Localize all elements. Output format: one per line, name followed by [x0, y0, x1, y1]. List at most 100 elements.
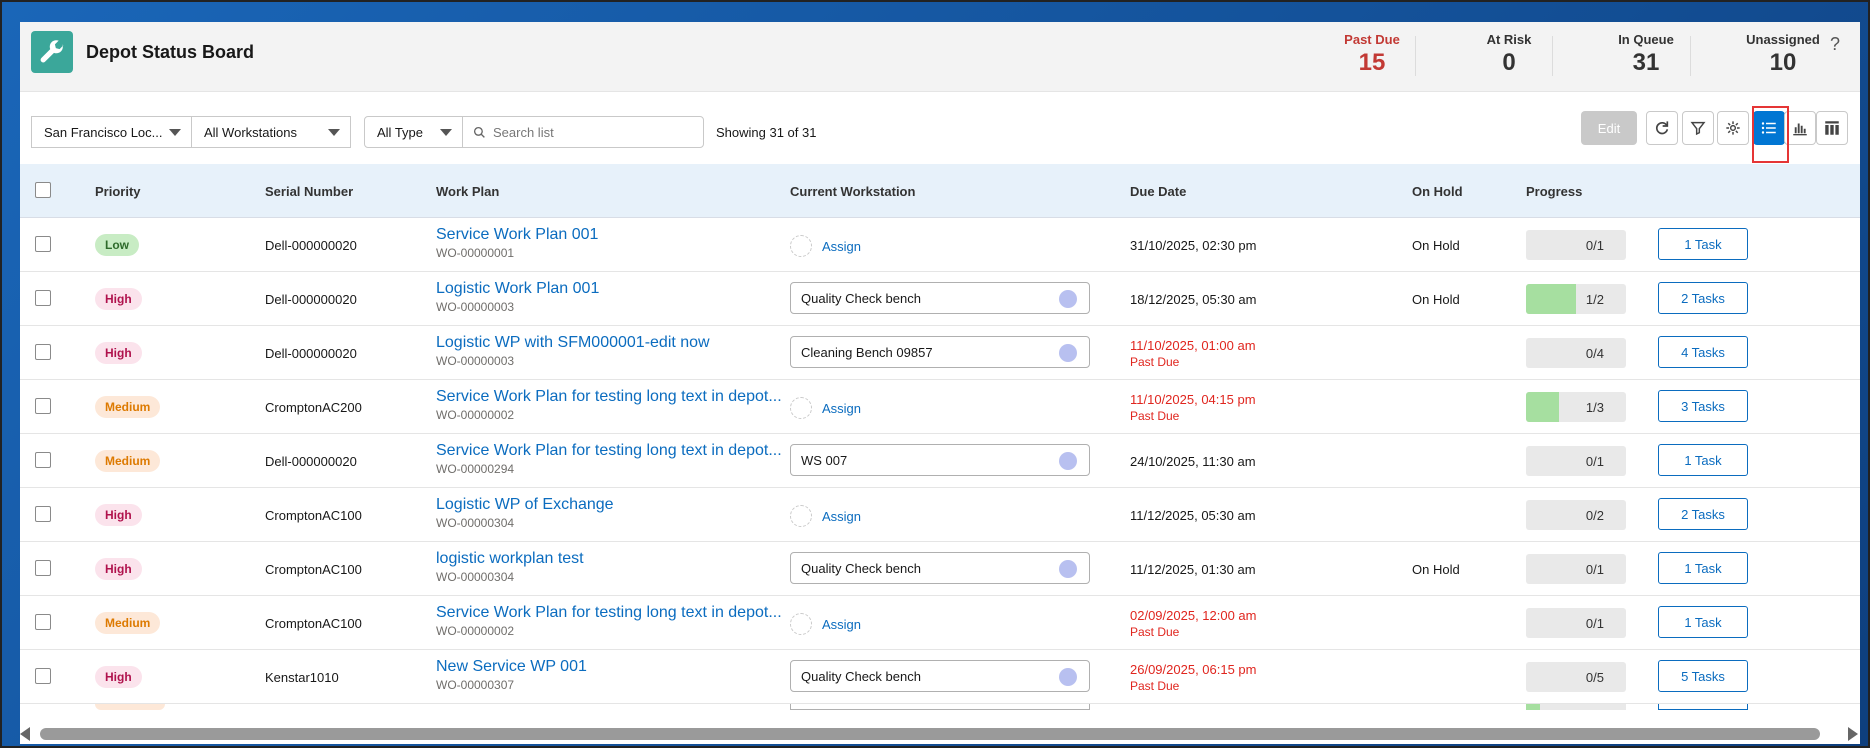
type-select[interactable]: All Type [364, 116, 463, 148]
workstation-name: Quality Check bench [801, 668, 921, 684]
priority-badge: Low [95, 234, 139, 256]
row-checkbox[interactable] [35, 452, 51, 468]
tasks-button[interactable]: 1 Task [1658, 444, 1748, 476]
row-checkbox[interactable] [35, 236, 51, 252]
col-work-plan[interactable]: Work Plan [436, 184, 499, 199]
row-checkbox[interactable] [35, 398, 51, 414]
progress-bar: 1/2 [1526, 284, 1626, 314]
priority-badge: High [95, 504, 142, 526]
work-plan-link[interactable]: Logistic WP with SFM000001-edit now [436, 334, 796, 352]
past-due-label: Past Due [1130, 625, 1180, 639]
workstation-icon[interactable] [1059, 668, 1077, 686]
metric-past-due[interactable]: Past Due 15 [1307, 32, 1437, 77]
metric-in-queue[interactable]: In Queue 31 [1581, 32, 1711, 77]
board-view-button[interactable] [1816, 111, 1848, 145]
help-icon[interactable]: ? [1830, 34, 1840, 55]
search-input[interactable]: Search list [462, 116, 704, 148]
assign-link[interactable]: Assign [790, 397, 861, 419]
work-plan-link[interactable]: Logistic Work Plan 001 [436, 280, 796, 298]
work-order-number: WO-00000304 [436, 570, 515, 584]
table-row: High CromptonAC100 Logistic WP of Exchan… [20, 488, 1860, 542]
metric-value: 31 [1632, 49, 1660, 76]
col-current-workstation[interactable]: Current Workstation [790, 184, 915, 199]
work-plan: Service Work Plan for testing long text … [436, 388, 796, 422]
metric-unassigned[interactable]: Unassigned 10 [1718, 32, 1848, 77]
serial-number: Kenstar1010 [265, 670, 339, 685]
progress-label: 0/2 [1585, 508, 1604, 523]
workstation-icon[interactable] [1059, 290, 1077, 308]
workstation-field[interactable]: WS 007 [790, 444, 1090, 476]
tasks-button[interactable]: 1 Task [1658, 552, 1748, 584]
work-plan-link[interactable]: Service Work Plan 001 [436, 226, 796, 244]
col-due-date[interactable]: Due Date [1130, 184, 1186, 199]
row-checkbox[interactable] [35, 668, 51, 684]
due-date-value: 02/09/2025, 12:00 am [1130, 608, 1257, 623]
tasks-button[interactable]: 1 Task [1658, 606, 1748, 638]
type-value: All Type [377, 124, 424, 140]
tasks-button[interactable]: 2 Tasks [1658, 498, 1748, 530]
work-plan-link[interactable]: Service Work Plan for testing long text … [436, 604, 796, 622]
horizontal-scrollbar[interactable] [20, 722, 1860, 744]
work-order-number: WO-00000002 [436, 408, 515, 422]
workstation-field[interactable]: Cleaning Bench 09857 [790, 336, 1090, 368]
progress-label: 0/4 [1585, 346, 1604, 361]
workstation-icon[interactable] [1059, 452, 1077, 470]
table-row: Medium CromptonAC200 Service Work Plan f… [20, 380, 1860, 434]
bar-chart-icon [1793, 123, 1807, 136]
progress-label: 0/1 [1585, 616, 1604, 631]
workstation-field[interactable]: Quality Check bench [790, 282, 1090, 314]
workstation-icon[interactable] [1059, 344, 1077, 362]
assign-link[interactable]: Assign [790, 235, 861, 257]
work-plan-link[interactable]: New Service WP 001 [436, 658, 796, 676]
row-checkbox[interactable] [35, 506, 51, 522]
row-checkbox[interactable] [35, 290, 51, 306]
scroll-left-icon[interactable] [20, 727, 30, 741]
workstation-icon[interactable] [1059, 560, 1077, 578]
workstation-select[interactable]: All Workstations [191, 116, 351, 148]
row-checkbox[interactable] [35, 614, 51, 630]
table-row: High Kenstar1010 New Service WP 001 WO-0… [20, 650, 1860, 704]
refresh-button[interactable] [1646, 111, 1678, 145]
metric-label: At Risk [1486, 32, 1532, 47]
tasks-button[interactable]: 4 Tasks [1658, 336, 1748, 368]
col-priority[interactable]: Priority [95, 184, 141, 199]
work-plan-link[interactable]: logistic workplan test [436, 550, 796, 568]
serial-number: Dell-000000020 [265, 346, 357, 361]
due-date: 31/10/2025, 02:30 pm [1130, 238, 1257, 253]
progress-fill [1526, 392, 1560, 422]
metric-at-risk[interactable]: At Risk 0 [1444, 32, 1574, 77]
progress-label: 1/2 [1585, 292, 1604, 307]
row-checkbox[interactable] [35, 560, 51, 576]
edit-button[interactable]: Edit [1581, 111, 1637, 145]
metric-label: Past Due [1344, 32, 1400, 47]
work-plan-link[interactable]: Service Work Plan for testing long text … [436, 442, 796, 460]
assign-link[interactable]: Assign [790, 505, 861, 527]
col-progress[interactable]: Progress [1526, 184, 1582, 199]
row-checkbox[interactable] [35, 344, 51, 360]
table-row: Medium Dell-000000020 Service Work Plan … [20, 434, 1860, 488]
assign-link[interactable]: Assign [790, 613, 861, 635]
table-row: High Dell-000000020 Logistic Work Plan 0… [20, 272, 1860, 326]
scroll-right-icon[interactable] [1848, 727, 1858, 741]
tasks-button[interactable]: 1 Task [1658, 228, 1748, 260]
scroll-thumb[interactable] [40, 728, 1820, 740]
work-plan-link[interactable]: Logistic WP of Exchange [436, 496, 796, 514]
settings-button[interactable] [1717, 111, 1749, 145]
tasks-button[interactable]: 3 Tasks [1658, 390, 1748, 422]
filter-button[interactable] [1682, 111, 1714, 145]
work-plan-link[interactable]: Service Work Plan for testing long text … [436, 388, 796, 406]
chevron-down-icon [328, 129, 340, 136]
serial-number: CromptonAC100 [265, 616, 362, 631]
workstation-field[interactable]: Quality Check bench [790, 660, 1090, 692]
empty-workstation-icon [790, 397, 812, 419]
progress-bar: 0/5 [1526, 662, 1626, 692]
select-all-checkbox[interactable] [35, 182, 51, 198]
tasks-button[interactable]: 2 Tasks [1658, 282, 1748, 314]
location-select[interactable]: San Francisco Loc... [31, 116, 192, 148]
col-on-hold[interactable]: On Hold [1412, 184, 1463, 199]
work-plan: Service Work Plan for testing long text … [436, 604, 796, 638]
serial-number: CromptonAC100 [265, 562, 362, 577]
workstation-field[interactable]: Quality Check bench [790, 552, 1090, 584]
col-serial-number[interactable]: Serial Number [265, 184, 353, 199]
tasks-button[interactable]: 5 Tasks [1658, 660, 1748, 692]
